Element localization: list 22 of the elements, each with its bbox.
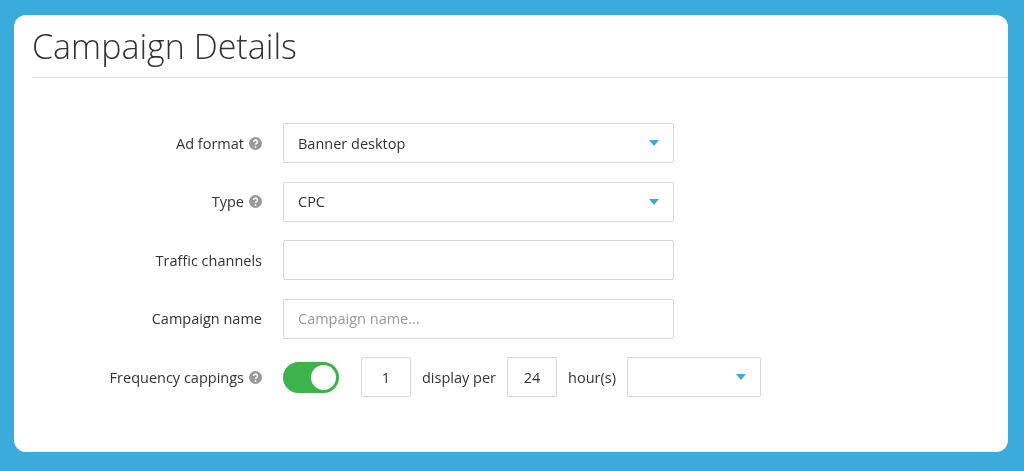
input-field[interactable]: Campaign name... — [283, 298, 674, 339]
unit-text: hour(s) — [568, 367, 616, 387]
dropdown[interactable]: Banner desktop — [283, 123, 674, 163]
field-label: Ad format — [176, 133, 244, 153]
field-label: Frequency cappings — [109, 367, 244, 387]
field-label: Campaign name — [151, 309, 262, 328]
hours-field[interactable]: 24 — [507, 357, 557, 397]
field-label: Type — [211, 192, 244, 211]
dropdown[interactable] — [626, 357, 761, 397]
help-icon[interactable] — [249, 195, 262, 208]
field-label: Traffic channels — [155, 250, 262, 270]
dropdown-caret-icon — [735, 374, 746, 380]
dropdown-caret-icon — [649, 140, 659, 146]
page-title: Campaign Details — [32, 23, 297, 71]
count-field[interactable]: 1 — [361, 357, 411, 397]
dropdown-caret-icon — [649, 198, 659, 205]
help-icon[interactable] — [249, 136, 262, 150]
help-icon[interactable] — [249, 370, 262, 384]
input-field[interactable] — [283, 240, 674, 280]
toggle-switch[interactable] — [283, 361, 339, 393]
dropdown[interactable]: CPC — [283, 181, 674, 222]
display-per-text: display per — [422, 367, 496, 387]
